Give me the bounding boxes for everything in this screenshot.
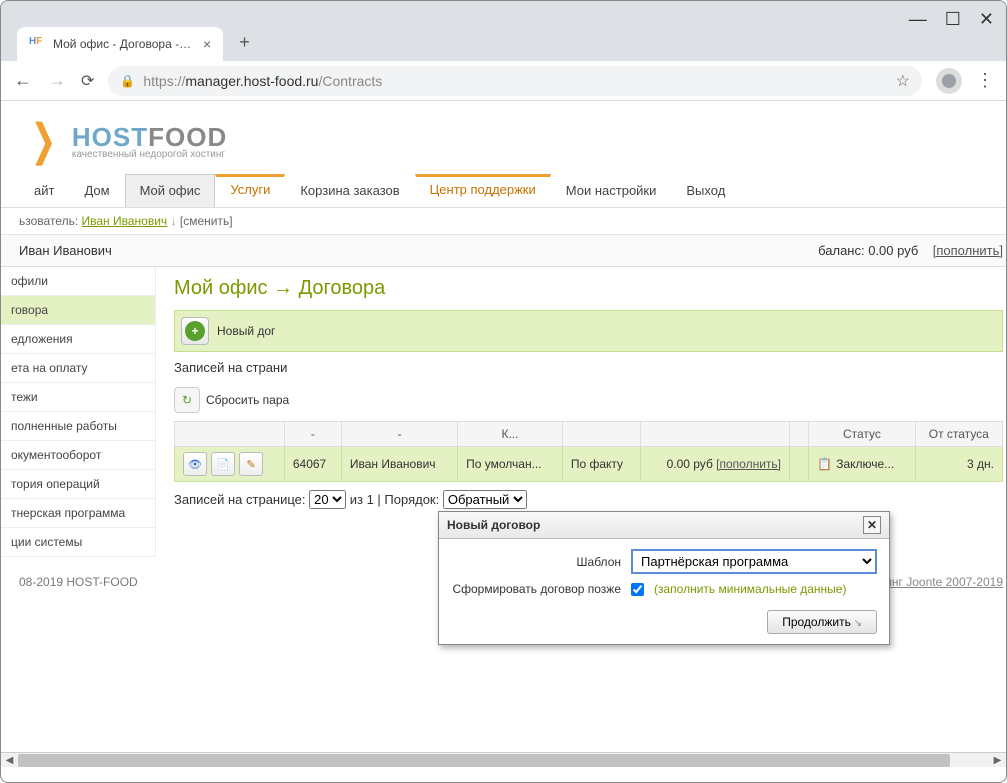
topup-link[interactable]: [пополнить] xyxy=(933,243,1003,258)
th-6[interactable] xyxy=(790,422,809,447)
th-5[interactable] xyxy=(641,422,790,447)
chevron-down-icon: ↓ xyxy=(171,214,180,228)
change-user[interactable]: [сменить] xyxy=(180,214,233,228)
cell-c2: По факту xyxy=(562,447,640,482)
minimize-icon[interactable]: — xyxy=(909,9,927,30)
url-input[interactable]: 🔒 https://manager.host-food.ru/Contracts… xyxy=(108,66,922,96)
lock-icon: 🔒 xyxy=(120,74,135,88)
logo-tagline: качественный недорогой хостинг xyxy=(72,149,227,160)
user-line: ьзователь: Иван Иванович ↓ [сменить] xyxy=(1,208,1006,235)
nav-cart[interactable]: Корзина заказов xyxy=(285,174,414,207)
nav-home[interactable]: Дом xyxy=(69,174,124,207)
breadcrumb: Мой офис → Договора xyxy=(174,277,1003,300)
sidebar-item-profiles[interactable]: офили xyxy=(1,267,155,296)
order-select[interactable]: Обратный xyxy=(443,490,527,509)
table-row[interactable]: 👁 📄 ✎ 64067 Иван Иванович По умолчан... … xyxy=(175,447,1003,482)
dialog-close-button[interactable]: ✕ xyxy=(863,516,881,534)
scroll-left-icon[interactable]: ◀ xyxy=(1,753,18,768)
logo-icon: ❯ xyxy=(31,115,57,166)
user-link[interactable]: Иван Иванович xyxy=(82,214,168,228)
cell-c1: По умолчан... xyxy=(458,447,563,482)
balance-value: 0.00 руб xyxy=(868,243,918,258)
new-tab-button[interactable]: + xyxy=(239,32,250,53)
pdf-icon[interactable]: 📄 xyxy=(211,452,235,476)
th-since[interactable]: От статуса xyxy=(915,422,1002,447)
new-contract-dialog: Новый договор ✕ Шаблон Партнёрская прогр… xyxy=(438,511,890,645)
favicon: HF xyxy=(29,36,45,52)
browser-titlebar: HF Мой офис - Договора - mana… × + — ☐ ✕ xyxy=(1,1,1006,61)
later-checkbox[interactable] xyxy=(631,583,644,596)
tab-title: Мой офис - Договора - mana… xyxy=(53,37,193,51)
address-bar: ← → ⟳ 🔒 https://manager.host-food.ru/Con… xyxy=(1,61,1006,101)
menu-dots-icon[interactable]: ⋮ xyxy=(976,70,994,91)
forward-button[interactable]: → xyxy=(47,70,67,91)
sidebar-item-payments[interactable]: тежи xyxy=(1,383,155,412)
nav-settings[interactable]: Мои настройки xyxy=(551,174,672,207)
nav-exit[interactable]: Выход xyxy=(671,174,740,207)
th-4[interactable] xyxy=(562,422,640,447)
logo[interactable]: ❯ HOSTFOOD качественный недорогой хостин… xyxy=(1,101,1006,174)
plus-icon: + xyxy=(185,321,205,341)
th-2[interactable]: - xyxy=(341,422,457,447)
th-1[interactable]: - xyxy=(284,422,341,447)
back-button[interactable]: ← xyxy=(13,70,33,91)
top-nav: айт Дом Мой офис Услуги Корзина заказов … xyxy=(1,174,1006,208)
bookmark-icon[interactable]: ☆ xyxy=(896,71,910,91)
sidebar-item-docs[interactable]: окументооборот xyxy=(1,441,155,470)
client-name: Иван Иванович xyxy=(19,243,112,258)
sidebar-item-offers[interactable]: едложения xyxy=(1,325,155,354)
sidebar: офили говора едложения ета на оплату теж… xyxy=(1,267,156,557)
sidebar-item-invoices[interactable]: ета на оплату xyxy=(1,354,155,383)
sidebar-item-system[interactable]: ции системы xyxy=(1,528,155,557)
view-icon[interactable]: 👁 xyxy=(183,452,207,476)
cell-days: 3 дн. xyxy=(915,447,1002,482)
row-topup-link[interactable]: [пополнить] xyxy=(716,457,781,471)
later-label: Сформировать договор позже xyxy=(451,582,621,596)
per-page-select[interactable]: 20 xyxy=(309,490,346,509)
template-select[interactable]: Партнёрская программа xyxy=(631,549,877,574)
add-button[interactable]: + xyxy=(181,317,209,345)
horizontal-scrollbar[interactable]: ◀ ▶ xyxy=(1,752,1006,767)
close-window-icon[interactable]: ✕ xyxy=(979,9,994,30)
nav-site[interactable]: айт xyxy=(19,174,69,207)
cell-num: 64067 xyxy=(284,447,341,482)
th-status[interactable]: Статус xyxy=(809,422,915,447)
cell-amount: 0.00 руб [пополнить] xyxy=(641,447,790,482)
nav-support[interactable]: Центр поддержки xyxy=(415,174,551,207)
later-hint: (заполнить минимальные данные) xyxy=(654,582,846,596)
browser-tab[interactable]: HF Мой офис - Договора - mana… × xyxy=(17,27,223,61)
th-3[interactable]: К... xyxy=(458,422,563,447)
maximize-icon[interactable]: ☐ xyxy=(945,9,961,30)
edit-icon[interactable]: ✎ xyxy=(239,452,263,476)
sidebar-item-contracts[interactable]: говора xyxy=(1,296,155,325)
records-line: Записей на страни xyxy=(174,352,1003,383)
copyright: 08-2019 HOST-FOOD xyxy=(19,575,138,589)
th-actions xyxy=(175,422,285,447)
sidebar-item-history[interactable]: тория операций xyxy=(1,470,155,499)
template-label: Шаблон xyxy=(451,555,621,569)
continue-button[interactable]: Продолжить xyxy=(767,610,877,634)
reset-label: Сбросить пара xyxy=(206,393,289,407)
sidebar-item-works[interactable]: полненные работы xyxy=(1,412,155,441)
nav-office[interactable]: Мой офис xyxy=(125,174,216,207)
sidebar-item-partner[interactable]: тнерская программа xyxy=(1,499,155,528)
cell-name: Иван Иванович xyxy=(341,447,457,482)
nav-services[interactable]: Услуги xyxy=(215,174,285,207)
profile-avatar[interactable] xyxy=(936,68,962,94)
action-bar: + Новый дог xyxy=(174,310,1003,352)
cell-status: Заключе... xyxy=(809,447,915,482)
subheader: Иван Иванович баланс: 0.00 руб [пополнит… xyxy=(1,235,1006,267)
contracts-table: - - К... Статус От статуса xyxy=(174,421,1003,482)
reset-params-button[interactable]: ↻ xyxy=(174,387,200,413)
reload-button[interactable]: ⟳ xyxy=(81,71,94,91)
tab-close-icon[interactable]: × xyxy=(203,36,211,52)
dialog-title: Новый договор xyxy=(447,518,540,532)
add-label: Новый дог xyxy=(217,324,275,338)
scroll-thumb[interactable] xyxy=(18,754,950,767)
scroll-right-icon[interactable]: ▶ xyxy=(989,753,1006,768)
url-text: https://manager.host-food.ru/Contracts xyxy=(143,73,382,89)
